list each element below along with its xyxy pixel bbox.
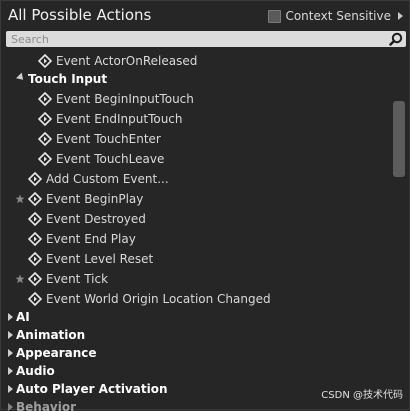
list-item-event-begin-input-touch[interactable]: Event BeginInputTouch [38,89,194,109]
favorite-star-icon[interactable] [15,194,25,204]
list-item-label: Add Custom Event... [46,172,169,186]
collapsed-arrow-icon[interactable] [8,385,13,393]
search-input[interactable] [6,31,378,47]
event-icon [38,112,52,126]
list-item-event-end-input-touch[interactable]: Event EndInputTouch [38,109,183,129]
category-label: Animation [16,328,86,342]
collapsed-arrow-icon[interactable] [8,313,13,321]
search-icon[interactable] [389,32,403,46]
favorite-star-icon[interactable] [15,274,25,284]
context-menu-arrow-icon[interactable] [398,12,403,20]
list-item-label: Event TouchEnter [56,132,161,146]
category-audio[interactable]: Audio [8,361,55,381]
scrollbar-thumb[interactable] [393,101,405,177]
event-icon [38,92,52,106]
list-item-label: Event BeginPlay [46,192,144,206]
action-menu-panel: All Possible Actions Context Sensitive E… [0,0,410,411]
event-icon [38,132,52,146]
event-icon [38,152,52,166]
list-item-label: Event Tick [46,272,109,286]
menu-title: All Possible Actions [8,6,152,24]
context-sensitive-label: Context Sensitive [285,9,391,23]
list-item-event-touch-leave[interactable]: Event TouchLeave [38,149,164,169]
list-item-event-touch-enter[interactable]: Event TouchEnter [38,129,161,149]
collapsed-arrow-icon[interactable] [8,349,13,357]
list-item-event-tick[interactable]: Event Tick [28,269,108,289]
category-label: Behavior [16,400,77,411]
category-label: Audio [16,364,55,378]
category-label: Appearance [16,346,97,360]
collapsed-arrow-icon[interactable] [8,367,13,375]
category-ai[interactable]: AI [8,307,30,327]
category-appearance[interactable]: Appearance [8,343,97,363]
event-icon [28,232,42,246]
list-item-event-actor-on-released[interactable]: Event ActorOnReleased [38,51,197,71]
list-item-event-world-origin-location-changed[interactable]: Event World Origin Location Changed [28,289,271,309]
category-animation[interactable]: Animation [8,325,85,345]
list-item-event-destroyed[interactable]: Event Destroyed [28,209,146,229]
event-icon [28,172,42,186]
event-icon [28,272,42,286]
menu-header: All Possible Actions Context Sensitive [1,1,410,31]
watermark: CSDN @技术代码 [321,390,403,401]
category-label: Touch Input [28,72,108,86]
event-icon [28,252,42,266]
category-touch-input[interactable]: Touch Input [16,69,108,89]
list-item-label: Event Level Reset [46,252,154,266]
event-icon [28,192,42,206]
context-sensitive-toggle[interactable]: Context Sensitive [268,7,403,25]
action-list: Event ActorOnReleased Touch Input Event … [1,51,393,411]
event-icon [38,54,52,68]
list-item-label: Event ActorOnReleased [56,54,198,68]
list-item-event-end-play[interactable]: Event End Play [28,229,136,249]
context-sensitive-checkbox[interactable] [268,9,282,23]
category-auto-player-activation[interactable]: Auto Player Activation [8,379,168,399]
list-item-label: Event EndInputTouch [56,112,183,126]
list-item-label: Event World Origin Location Changed [46,292,271,306]
list-item-add-custom-event[interactable]: Add Custom Event... [28,169,169,189]
list-item-label: Event Destroyed [46,212,146,226]
category-label: AI [16,310,30,324]
search-box[interactable] [6,31,406,47]
event-icon [28,292,42,306]
expand-arrow-icon[interactable] [16,72,26,83]
list-item-event-begin-play[interactable]: Event BeginPlay [28,189,143,209]
list-item-event-level-reset[interactable]: Event Level Reset [28,249,153,269]
category-behavior[interactable]: Behavior [8,397,76,411]
list-item-label: Event End Play [46,232,136,246]
event-icon [28,212,42,226]
collapsed-arrow-icon[interactable] [8,331,13,339]
category-label: Auto Player Activation [16,382,168,396]
list-item-label: Event BeginInputTouch [56,92,194,106]
list-item-label: Event TouchLeave [56,152,165,166]
